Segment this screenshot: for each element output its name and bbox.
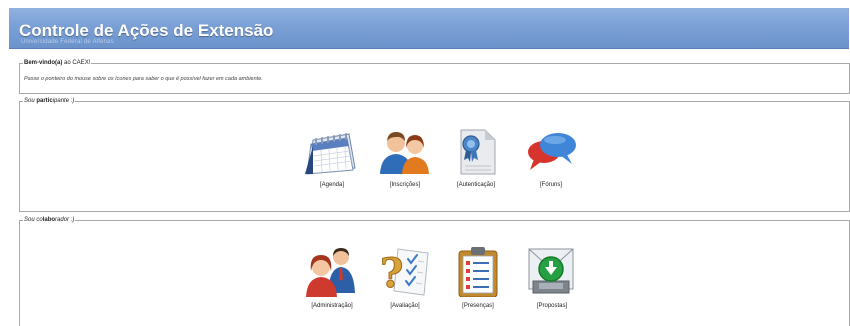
users-icon bbox=[380, 132, 429, 174]
app-subtitle: Universidade Federal de Alfenas bbox=[21, 39, 114, 45]
app-title: Controle de Ações de Extensão bbox=[19, 21, 274, 40]
participante-legend-bold: partic bbox=[36, 98, 53, 104]
welcome-section: Bem-vindo(a) ao CAEX! Passe o ponteiro d… bbox=[19, 60, 850, 94]
propostas-label: [Propostas] bbox=[536, 303, 568, 309]
avaliacao-label: [Avaliação] bbox=[390, 303, 420, 309]
autenticacao-label: [Autenticação] bbox=[456, 182, 496, 188]
participante-legend-pre: Sou bbox=[24, 98, 37, 104]
chat-bubbles-icon bbox=[528, 133, 576, 170]
inbox-download-icon bbox=[528, 248, 574, 294]
admin-users-icon bbox=[306, 248, 355, 297]
welcome-legend-bold: Bem-vindo(a) bbox=[24, 60, 63, 66]
participante-legend-post: ipante :) bbox=[52, 98, 75, 104]
participante-section: Sou participante :) [Agenda] [Inscrições… bbox=[19, 98, 850, 212]
autenticacao-link[interactable]: [Autenticação] bbox=[441, 128, 511, 188]
propostas-link[interactable]: [Propostas] bbox=[517, 245, 587, 309]
participante-legend: Sou participante :) bbox=[23, 98, 75, 104]
colaborador-legend-post: rador :) bbox=[55, 217, 75, 223]
certificate-icon bbox=[460, 129, 496, 175]
evaluation-icon: ? bbox=[380, 248, 429, 297]
agenda-link[interactable]: [Agenda] bbox=[297, 128, 367, 188]
presencas-label: [Presenças] bbox=[462, 303, 494, 309]
administracao-link[interactable]: [Administração] bbox=[297, 245, 367, 309]
app-header: Controle de Ações de Extensão Universida… bbox=[9, 8, 849, 49]
inscricoes-link[interactable]: [Inscrições] bbox=[370, 128, 440, 188]
colaborador-legend-pre: Sou co bbox=[24, 217, 43, 223]
foruns-link[interactable]: [Fóruns] bbox=[516, 128, 586, 188]
calendar-icon bbox=[305, 133, 356, 175]
svg-text:?: ? bbox=[380, 250, 403, 297]
welcome-legend-rest: ao CAEX! bbox=[62, 60, 91, 66]
clipboard-icon bbox=[458, 247, 498, 297]
agenda-label: [Agenda] bbox=[319, 182, 345, 188]
avaliacao-link[interactable]: ? [Avaliação] bbox=[370, 245, 440, 309]
inscricoes-label: [Inscrições] bbox=[389, 182, 421, 188]
colaborador-legend: Sou colaborador :) bbox=[23, 217, 75, 223]
administracao-label: [Administração] bbox=[311, 303, 353, 309]
presencas-link[interactable]: [Presenças] bbox=[443, 245, 513, 309]
welcome-hint: Passe o ponteiro do mouse sobre os ícone… bbox=[24, 76, 263, 82]
colaborador-legend-bold: labo bbox=[42, 217, 56, 223]
welcome-legend: Bem-vindo(a) ao CAEX! bbox=[23, 60, 91, 66]
foruns-label: [Fóruns] bbox=[539, 182, 562, 188]
colaborador-section: Sou colaborador :) [Administração] ? [Av… bbox=[19, 217, 850, 326]
